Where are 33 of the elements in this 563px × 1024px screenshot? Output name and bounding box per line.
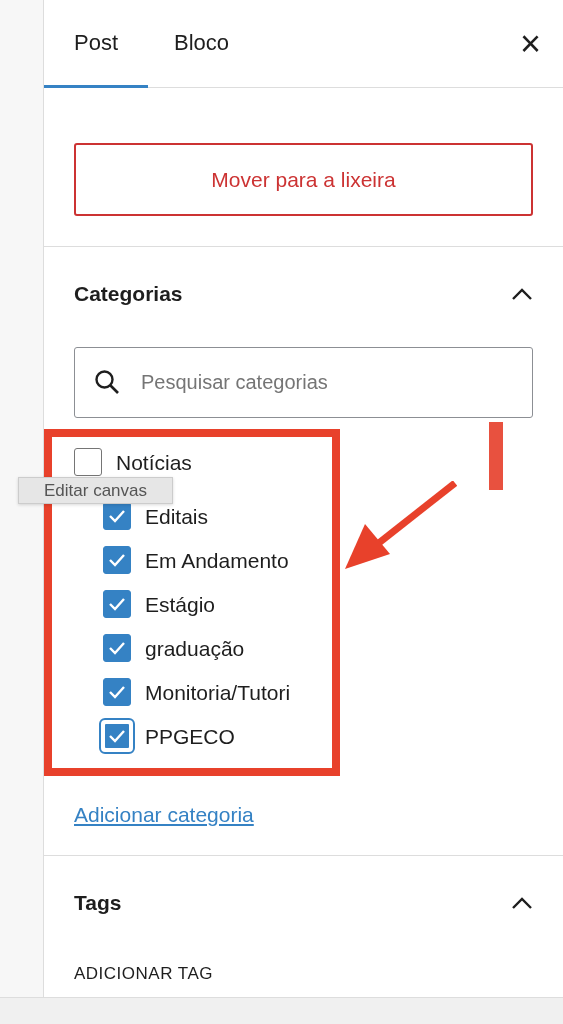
checkmark-icon bbox=[107, 728, 127, 744]
category-label: PPGECO bbox=[145, 725, 235, 747]
chevron-up-icon[interactable] bbox=[511, 288, 533, 300]
move-to-trash-button[interactable]: Mover para a lixeira bbox=[74, 143, 533, 216]
tab[interactable]: Bloco bbox=[148, 0, 260, 88]
category-label: Estágio bbox=[145, 593, 216, 615]
search-field[interactable]: Pesquisar categorias bbox=[74, 347, 533, 418]
category-label: Em Andamento bbox=[145, 549, 289, 571]
tooltip: Editar canvas bbox=[18, 477, 173, 504]
checkmark-icon bbox=[107, 552, 127, 568]
tab[interactable]: Post bbox=[44, 0, 149, 88]
chevron-up-icon[interactable] bbox=[511, 897, 533, 909]
category-label: Monitoria/Tutori bbox=[145, 681, 291, 703]
section-title: Categorias bbox=[74, 282, 183, 306]
checkmark-icon bbox=[107, 640, 127, 656]
add-category-link[interactable]: Adicionar categoria bbox=[74, 803, 254, 827]
category-label: Notícias bbox=[116, 451, 192, 473]
section-title: Tags bbox=[74, 891, 122, 915]
category-label: graduação bbox=[145, 637, 245, 659]
checkmark-icon bbox=[107, 596, 127, 612]
annotation-mark bbox=[489, 422, 503, 490]
search-icon bbox=[94, 369, 120, 395]
checkmark-icon bbox=[107, 508, 127, 524]
field-label: ADICIONAR TAG bbox=[74, 964, 215, 984]
close-button[interactable]: × bbox=[497, 0, 563, 87]
checkmark-icon bbox=[107, 684, 127, 700]
checkbox[interactable] bbox=[103, 590, 131, 618]
checkbox[interactable] bbox=[103, 546, 131, 574]
checkbox[interactable] bbox=[103, 678, 131, 706]
checkbox[interactable] bbox=[103, 634, 131, 662]
category-label: Editais bbox=[145, 505, 209, 527]
checkbox[interactable] bbox=[74, 448, 102, 476]
checkbox[interactable] bbox=[103, 502, 131, 530]
